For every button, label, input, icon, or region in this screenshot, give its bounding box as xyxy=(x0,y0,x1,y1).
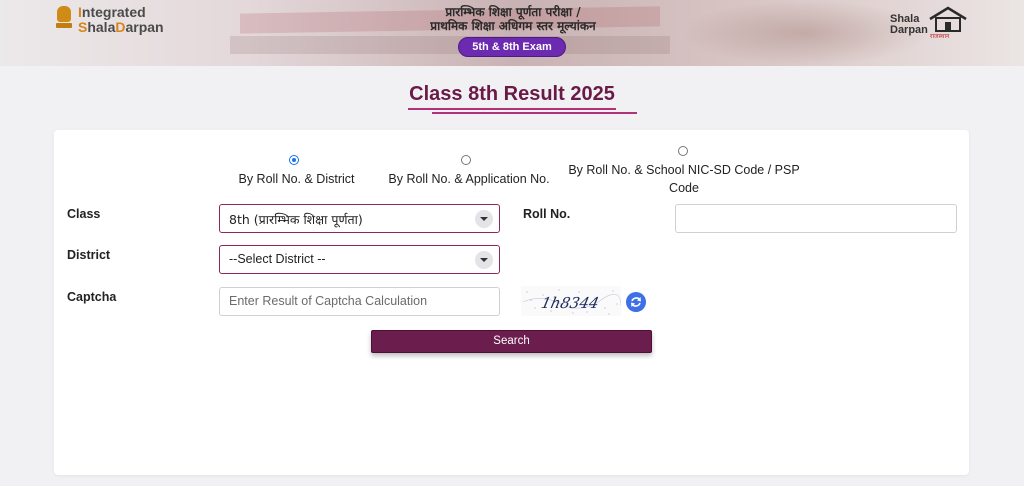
brand-line2-accent: S xyxy=(78,19,88,35)
radio-roll-school-code[interactable] xyxy=(678,146,688,156)
radio-label-roll-application[interactable]: By Roll No. & Application No. xyxy=(364,170,574,188)
refresh-captcha-button[interactable] xyxy=(626,292,646,312)
exam-badge: 5th & 8th Exam xyxy=(458,37,566,57)
refresh-icon xyxy=(631,297,641,307)
captcha-text: 1h8344 xyxy=(539,294,600,312)
captcha-input[interactable]: Enter Result of Captcha Calculation xyxy=(219,287,500,316)
radio-label-roll-school-code[interactable]: By Roll No. & School NIC-SD Code / PSP C… xyxy=(564,161,804,197)
radio-roll-district[interactable] xyxy=(289,155,299,165)
right-logo-tagline: राजस्थान xyxy=(930,33,950,40)
roll-no-label: Roll No. xyxy=(523,207,571,221)
integrated-shaladarpan-logo[interactable]: Integrated ShalaDarpan xyxy=(54,5,164,35)
captcha-label: Captcha xyxy=(67,290,117,304)
national-emblem-icon xyxy=(54,5,74,35)
captcha-image: 1h8344 xyxy=(521,286,621,316)
roll-no-input[interactable] xyxy=(675,204,957,233)
exam-title: प्रारम्भिक शिक्षा पूर्णता परीक्षा / प्रा… xyxy=(408,5,618,33)
house-icon xyxy=(929,6,967,32)
title-underline-2 xyxy=(432,112,637,114)
title-underline xyxy=(408,108,616,110)
radio-roll-application[interactable] xyxy=(461,155,471,165)
exam-title-line1: प्रारम्भिक शिक्षा पूर्णता परीक्षा / xyxy=(445,5,581,19)
district-select-value: --Select District -- xyxy=(229,252,326,266)
class-select-value: 8th (प्रारम्भिक शिक्षा पूर्णता) xyxy=(229,212,363,227)
district-label: District xyxy=(67,248,111,262)
page-title: Class 8th Result 2025 xyxy=(409,83,615,105)
brand-line1-rest: ntegrated xyxy=(81,4,146,20)
banner-background-sign-2 xyxy=(230,36,670,54)
right-logo-line2: Darpan xyxy=(890,24,928,36)
radio-label-roll-district[interactable]: By Roll No. & District xyxy=(214,170,379,188)
shala-darpan-logo[interactable]: Shala Darpan राजस्थान xyxy=(890,6,972,40)
brand-line2-accent2: D xyxy=(115,19,126,35)
exam-title-line2: प्राथमिक शिक्षा अधिगम स्तर मूल्यांकन xyxy=(430,19,596,33)
chevron-down-icon xyxy=(475,210,493,228)
search-button[interactable]: Search xyxy=(371,330,652,353)
brand-line2-rest2: arpan xyxy=(125,19,164,35)
class-label: Class xyxy=(67,207,101,221)
result-search-form: By Roll No. & District By Roll No. & App… xyxy=(54,130,969,475)
header-banner: Integrated ShalaDarpan प्रारम्भिक शिक्षा… xyxy=(0,0,1024,66)
brand-line2-rest: hala xyxy=(87,19,116,35)
district-select[interactable]: --Select District -- xyxy=(219,245,500,274)
chevron-down-icon xyxy=(475,251,493,269)
class-select[interactable]: 8th (प्रारम्भिक शिक्षा पूर्णता) xyxy=(219,204,500,233)
